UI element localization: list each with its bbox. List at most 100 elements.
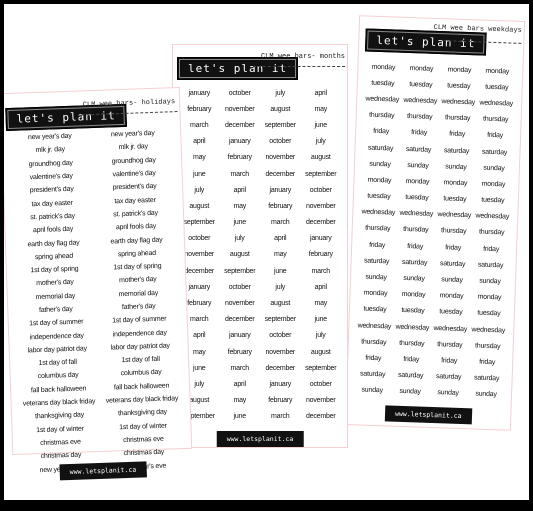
sticker-label: mlk jr. day [35, 146, 66, 155]
sticker-label: friday [441, 357, 458, 365]
sticker-label: saturday [397, 371, 424, 380]
sticker-label: may [273, 251, 287, 259]
sticker-label: labor day patriot day [110, 342, 170, 352]
sticker-label: tuesday [363, 305, 387, 314]
sticker-label: april [314, 89, 327, 97]
sticker-label: mother's day [119, 276, 157, 285]
sticker-label: sunday [361, 386, 383, 395]
sticker-label: october [309, 186, 332, 194]
sticker-label: january [228, 332, 251, 340]
sticker-label: sunday [441, 276, 463, 285]
sticker-label: march [271, 413, 290, 421]
website-footer: www.letsplanit.ca [384, 405, 472, 425]
sticker-label: monday [409, 64, 434, 73]
sticker-label: columbus day [120, 369, 162, 378]
sticker-label: september [264, 316, 296, 324]
sticker-label: monday [477, 293, 502, 302]
sticker-label: january [269, 186, 292, 194]
sticker-label: friday [449, 130, 466, 139]
sticker-label: saturday [435, 373, 462, 382]
sticker-label: may [192, 154, 206, 162]
sticker-label: earth day flag day [110, 236, 163, 245]
sticker-label: monday [363, 289, 388, 298]
sticker-label: wednesday [403, 96, 438, 105]
sticker-label: saturday [443, 146, 470, 155]
sticker-label: thursday [368, 111, 395, 120]
sticker-label: wednesday [357, 321, 392, 331]
sticker-label: december [305, 413, 336, 421]
sticker-label: friday [373, 128, 390, 136]
sticker-label: 1st day of spring [113, 262, 162, 272]
sticker-label: 1st day of winter [36, 425, 84, 434]
sticker-label: april [274, 235, 287, 243]
sticker-label: mlk jr. day [118, 143, 148, 152]
sticker-label: december [265, 364, 296, 372]
sticker-label: thursday [399, 339, 425, 348]
sticker-label: june [274, 267, 287, 275]
sticker-label: monday [371, 63, 396, 72]
sticker-label: monday [367, 176, 392, 185]
sticker-label: october [269, 138, 292, 146]
sticker-label: st. patrick's day [113, 209, 158, 219]
sticker-label: thanksgiving day [34, 411, 85, 421]
sticker-label: october [228, 283, 251, 291]
sticker-label: veterans day black friday [105, 395, 179, 405]
sticker-label: april [233, 186, 246, 194]
sticker-label: saturday [359, 370, 386, 379]
sticker-label: march [230, 170, 250, 178]
sticker-label: saturday [401, 258, 428, 267]
sticker-label: fall back halloween [30, 385, 87, 395]
sticker-label: june [314, 121, 328, 129]
sticker-label: july [275, 283, 286, 291]
sticker-label: columbus day [37, 372, 79, 381]
sticker-label: thursday [365, 225, 391, 233]
sticker-label: christmas day [40, 451, 82, 461]
sticker-label: november [305, 397, 336, 405]
sticker-label: thursday [437, 340, 463, 349]
sticker-label: sunday [407, 161, 429, 170]
sticker-label: sunday [445, 163, 467, 171]
sticker-label: friday [365, 354, 382, 363]
sticker-label: april [233, 380, 246, 388]
sticker-label: november [265, 348, 296, 356]
sticker-label: friday [403, 355, 420, 364]
sticker-label: saturday [439, 260, 466, 268]
sticker-label: christmas eve [40, 438, 81, 448]
sticker-label: wednesday [395, 323, 430, 332]
sticker-label: sunday [437, 389, 459, 398]
sticker-label: saturday [405, 145, 432, 154]
sticker-label: earth day flag day [27, 239, 80, 248]
sticker-grid: new year's day new year's day mlk jr. day m… [8, 126, 186, 477]
sticker-label: tuesday [443, 195, 467, 204]
sticker-label: sunday [403, 274, 425, 283]
sticker-label: 1st day of spring [30, 265, 79, 275]
dashed-divider [253, 66, 345, 67]
sticker-label: tuesday [405, 194, 429, 202]
sticker-label: 1st day of fall [38, 358, 77, 368]
sticker-label: november [305, 202, 336, 210]
sticker-label: thursday [402, 226, 429, 235]
sticker-label: november [224, 300, 255, 308]
sticker-label: tuesday [485, 83, 509, 92]
sticker-label: monday [405, 177, 430, 186]
sticker-label: saturday [481, 148, 508, 157]
sticker-label: february [227, 154, 252, 162]
sticker-label: president's day [29, 186, 74, 195]
sticker-label: february [268, 397, 293, 405]
sticker-label: june [193, 170, 206, 178]
sticker-grid: monday monday monday monday tuesday tuesday tu… [353, 58, 517, 403]
website-footer: www.letsplanit.ca [216, 431, 304, 447]
sticker-label: january [309, 235, 332, 243]
sheet-header: let's plan it CLM wee bars weekdays [359, 24, 524, 58]
sticker-label: saturday [473, 374, 500, 383]
sticker-label: friday [479, 358, 496, 367]
sticker-label: february [268, 202, 293, 210]
sticker-label: tuesday [409, 80, 433, 89]
sticker-label: valentine's day [29, 172, 73, 182]
sticker-label: st. patrick's day [30, 212, 76, 222]
sticker-label: sunday [399, 388, 421, 396]
sticker-label: thanksgiving day [117, 408, 168, 418]
sticker-label: new year's day [27, 132, 72, 142]
sticker-label: october [228, 89, 251, 97]
sticker-label: mother's day [36, 279, 74, 288]
